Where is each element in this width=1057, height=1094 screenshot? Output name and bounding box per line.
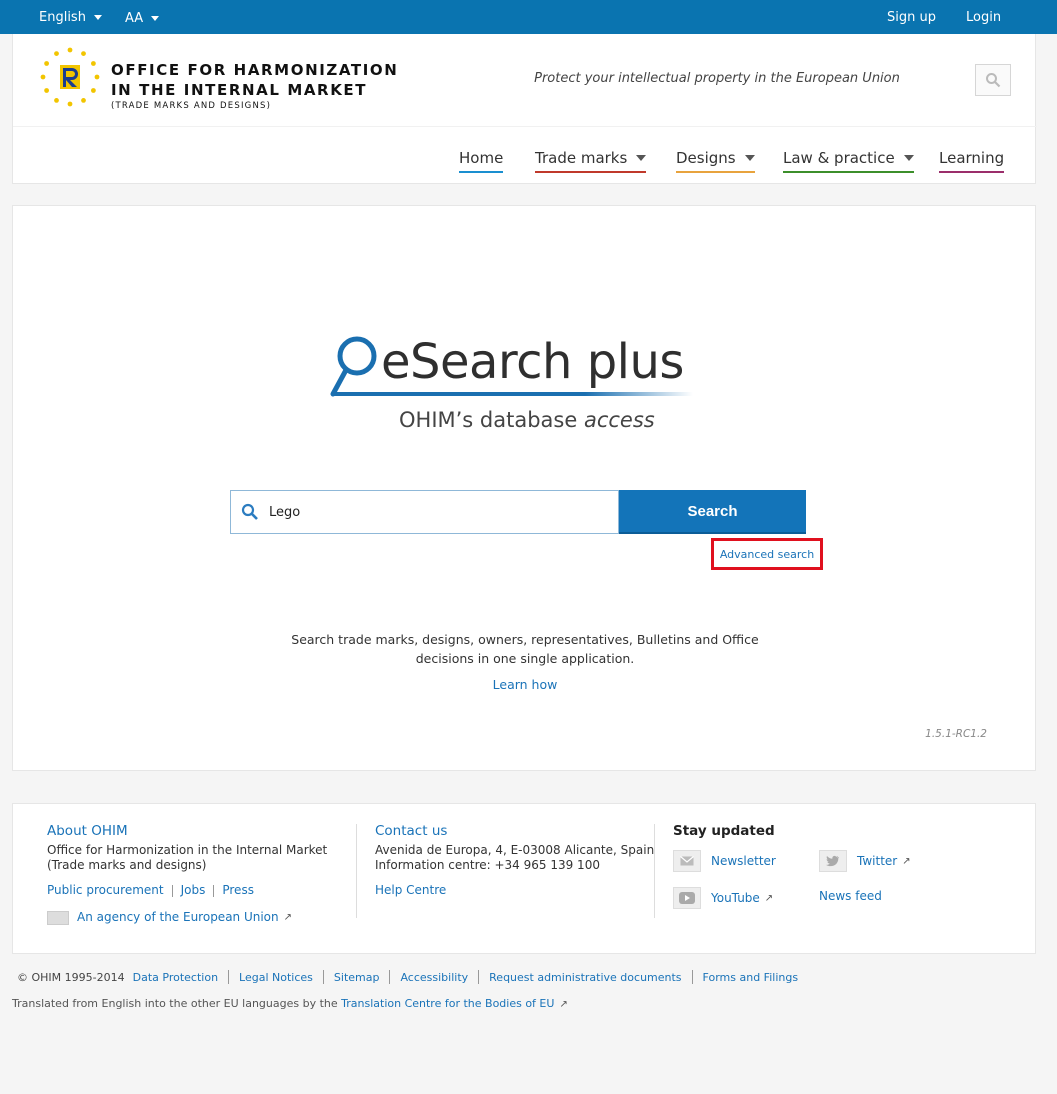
advanced-search-highlight: Advanced search <box>711 538 823 570</box>
chevron-down-icon <box>903 155 914 161</box>
nav-law-practice[interactable]: Law & practice <box>783 149 914 173</box>
search-icon <box>241 503 258 520</box>
about-ohim-link[interactable]: About OHIM <box>47 823 128 839</box>
data-protection-link[interactable]: Data Protection <box>133 971 218 984</box>
request-documents-link[interactable]: Request administrative documents <box>489 971 681 984</box>
eu-flag-icon <box>47 910 69 925</box>
nav-trade-marks[interactable]: Trade marks <box>535 149 647 173</box>
login-link[interactable]: Login <box>966 10 1001 25</box>
twitter-item[interactable]: Twitter ↗ <box>819 850 911 872</box>
external-link-icon: ↗ <box>902 855 911 867</box>
chevron-down-icon <box>151 16 160 21</box>
divider <box>654 824 655 918</box>
external-link-icon: ↗ <box>283 912 293 923</box>
jobs-link[interactable]: Jobs <box>181 883 206 897</box>
forms-filings-link[interactable]: Forms and Filings <box>703 971 799 984</box>
search-field[interactable] <box>230 490 619 534</box>
header-search-button[interactable] <box>975 64 1011 96</box>
search-input[interactable] <box>269 504 589 520</box>
brand-subtitle: OHIM’s database access <box>399 408 655 432</box>
twitter-link[interactable]: Twitter <box>857 854 897 868</box>
sitemap-link[interactable]: Sitemap <box>334 971 380 984</box>
youtube-item[interactable]: YouTube ↗ <box>673 887 773 909</box>
newsletter-item[interactable]: Newsletter <box>673 850 776 872</box>
footer-stay-updated: Stay updated <box>673 823 775 839</box>
font-size-label: AA <box>125 11 144 26</box>
site-footer: About OHIM Office for Harmonization in t… <box>12 803 1036 954</box>
search-button[interactable]: Search <box>619 490 806 534</box>
twitter-icon <box>819 850 847 872</box>
learn-how-container: Learn how <box>13 677 1037 692</box>
brand-title: eSearch plus <box>381 334 684 390</box>
external-link-icon: ↗ <box>559 999 568 1010</box>
legal-notices-link[interactable]: Legal Notices <box>239 971 313 984</box>
language-selector[interactable]: English <box>39 10 102 25</box>
legal-links: © OHIM 1995-2014 Data Protection Legal N… <box>17 970 798 984</box>
learn-how-link[interactable]: Learn how <box>493 677 558 692</box>
accessibility-link[interactable]: Accessibility <box>400 971 468 984</box>
news-feed-item[interactable]: News feed <box>819 889 882 903</box>
site-header: OFFICE FOR HARMONIZATION IN THE INTERNAL… <box>12 34 1037 184</box>
description: Search trade marks, designs, owners, rep… <box>291 632 759 666</box>
news-feed-link[interactable]: News feed <box>819 889 882 903</box>
public-procurement-link[interactable]: Public procurement <box>47 883 164 897</box>
external-link-icon: ↗ <box>764 892 774 904</box>
footer-about: About OHIM Office for Harmonization in t… <box>47 823 328 925</box>
divider <box>356 824 357 918</box>
eu-agency-link[interactable]: An agency of the European Union <box>77 910 279 925</box>
chevron-down-icon <box>93 15 102 20</box>
envelope-icon <box>673 850 701 872</box>
nav-learning[interactable]: Learning <box>939 149 1005 173</box>
copyright: © OHIM 1995-2014 <box>17 970 125 984</box>
org-name: OFFICE FOR HARMONIZATION IN THE INTERNAL… <box>111 61 399 111</box>
translation-note: Translated from English into the other E… <box>12 997 568 1010</box>
newsletter-link[interactable]: Newsletter <box>711 854 776 868</box>
footer-contact: Contact us Avenida de Europa, 4, E-03008… <box>375 823 655 898</box>
language-label: English <box>39 10 86 25</box>
contact-us-link[interactable]: Contact us <box>375 823 447 839</box>
nav-home[interactable]: Home <box>459 149 504 173</box>
main-nav: Home Trade marks Designs Law & practice … <box>13 126 1037 184</box>
nav-designs[interactable]: Designs <box>676 149 755 173</box>
advanced-search-link[interactable]: Advanced search <box>720 548 814 561</box>
youtube-icon <box>673 887 701 909</box>
chevron-down-icon <box>744 155 755 161</box>
chevron-down-icon <box>636 155 647 161</box>
ohim-logo-icon[interactable] <box>39 46 101 108</box>
youtube-link[interactable]: YouTube <box>711 891 760 905</box>
translation-centre-link[interactable]: Translation Centre for the Bodies of EU <box>341 997 554 1010</box>
tagline: Protect your intellectual property in th… <box>515 64 919 94</box>
signup-link[interactable]: Sign up <box>887 10 936 25</box>
main-panel: eSearch plus OHIM’s database access Sear… <box>12 205 1036 771</box>
press-link[interactable]: Press <box>222 883 254 897</box>
search-icon <box>986 73 1001 88</box>
help-centre-link[interactable]: Help Centre <box>375 883 446 897</box>
top-bar: English AA Sign up Login <box>0 0 1057 34</box>
version-label: 1.5.1-RC1.2 <box>925 728 987 740</box>
font-size-selector[interactable]: AA <box>125 11 160 26</box>
